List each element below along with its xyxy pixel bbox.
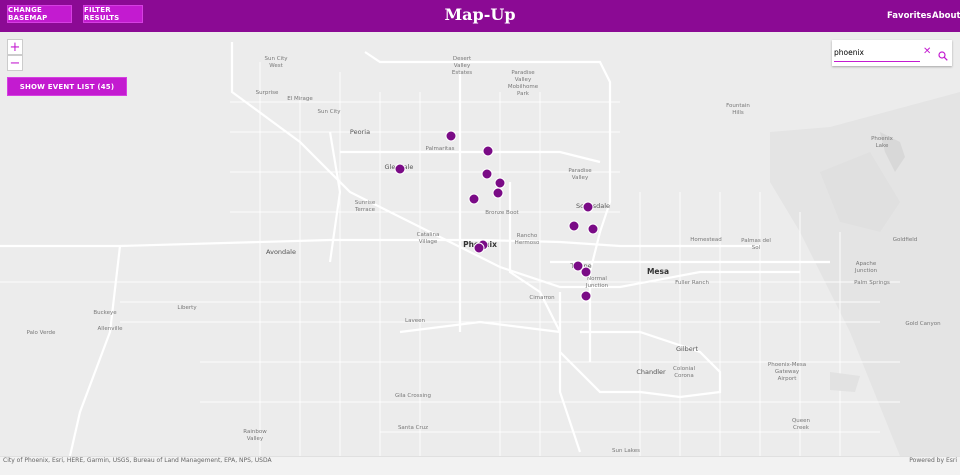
place-label: Homestead [690, 237, 722, 243]
place-label: Palmas del Sol [741, 238, 771, 251]
place-label: Allenville [97, 326, 123, 332]
place-label: Surprise [255, 90, 279, 96]
show-event-list-button[interactable]: SHOW EVENT LIST (45) [7, 77, 127, 96]
event-marker[interactable] [492, 187, 504, 199]
place-label: Fountain Hills [726, 103, 750, 116]
place-label: Queen Creek [791, 418, 811, 431]
zoom-out-button[interactable]: − [7, 55, 23, 71]
place-label: Fuller Ranch [675, 280, 709, 286]
place-label: Palmaritas [425, 146, 455, 152]
place-label: Chandler [636, 368, 666, 376]
place-label: Bronze Boot [485, 210, 519, 216]
place-label: Desert Valley Estates [451, 56, 473, 76]
favorites-link[interactable]: Favorites [887, 11, 931, 21]
clear-icon[interactable]: ✕ [923, 46, 931, 57]
event-marker[interactable] [481, 168, 493, 180]
place-label: Rancho Hermoso [514, 233, 540, 246]
search-box: ✕ [832, 40, 952, 66]
map-footer: City of Phoenix, Esri, HERE, Garmin, USG… [0, 456, 960, 475]
powered-by-esri[interactable]: Powered by Esri [909, 457, 957, 464]
search-icon[interactable] [938, 46, 948, 65]
place-label: Normal Junction [585, 276, 609, 289]
place-label: Palo Verde [26, 330, 56, 336]
attribution: City of Phoenix, Esri, HERE, Garmin, USG… [3, 457, 272, 464]
place-label: Paradise Valley [568, 168, 592, 181]
place-label: Gold Canyon [905, 321, 941, 327]
place-label: Goldfield [892, 237, 918, 243]
search-input[interactable] [834, 43, 920, 62]
place-label: Liberty [177, 305, 197, 311]
app-title: Map-Up [444, 5, 516, 24]
event-marker[interactable] [580, 266, 592, 278]
event-marker[interactable] [568, 220, 580, 232]
place-label: Peoria [349, 128, 371, 136]
place-label: Cimarron [529, 295, 555, 301]
place-label: Sunrise Terrace [354, 200, 376, 213]
event-marker[interactable] [580, 290, 592, 302]
event-marker[interactable] [582, 201, 594, 213]
map-view[interactable]: Sun City West Desert Valley Estates Para… [0, 32, 960, 456]
event-marker[interactable] [473, 242, 485, 254]
event-marker[interactable] [587, 223, 599, 235]
place-label: Colonial Corona [672, 366, 696, 379]
place-label: Gila Crossing [394, 393, 432, 399]
place-label: Rainbow Valley [243, 429, 267, 442]
event-marker[interactable] [482, 145, 494, 157]
event-marker[interactable] [468, 193, 480, 205]
place-label: Santa Cruz [397, 425, 429, 431]
place-label: Sun City [317, 109, 341, 115]
place-label: Apache Junction [854, 261, 878, 274]
place-label: Phoenix-Mesa Gateway Airport [767, 362, 807, 382]
place-label: Sun Lakes [612, 448, 640, 454]
place-label: Catalina Village [416, 232, 440, 245]
place-label: Paradise Valley Mobilhome Park [507, 70, 539, 97]
place-label: Palm Springs [854, 280, 890, 286]
zoom-in-button[interactable]: + [7, 39, 23, 55]
place-label: Phoenix Lake [871, 136, 893, 149]
place-label: Sun City West [264, 56, 288, 69]
about-link[interactable]: About [932, 11, 960, 21]
event-marker[interactable] [445, 130, 457, 142]
place-label: Laveen [405, 318, 425, 324]
place-label: Gilbert [676, 345, 698, 353]
place-label: Avondale [266, 248, 296, 256]
event-marker[interactable] [394, 163, 406, 175]
place-label: Buckeye [93, 310, 117, 316]
place-label: Mesa [646, 267, 670, 276]
place-label: El Mirage [287, 96, 313, 102]
top-bar: CHANGE BASEMAP FILTER RESULTS Map-Up Fav… [0, 0, 960, 32]
